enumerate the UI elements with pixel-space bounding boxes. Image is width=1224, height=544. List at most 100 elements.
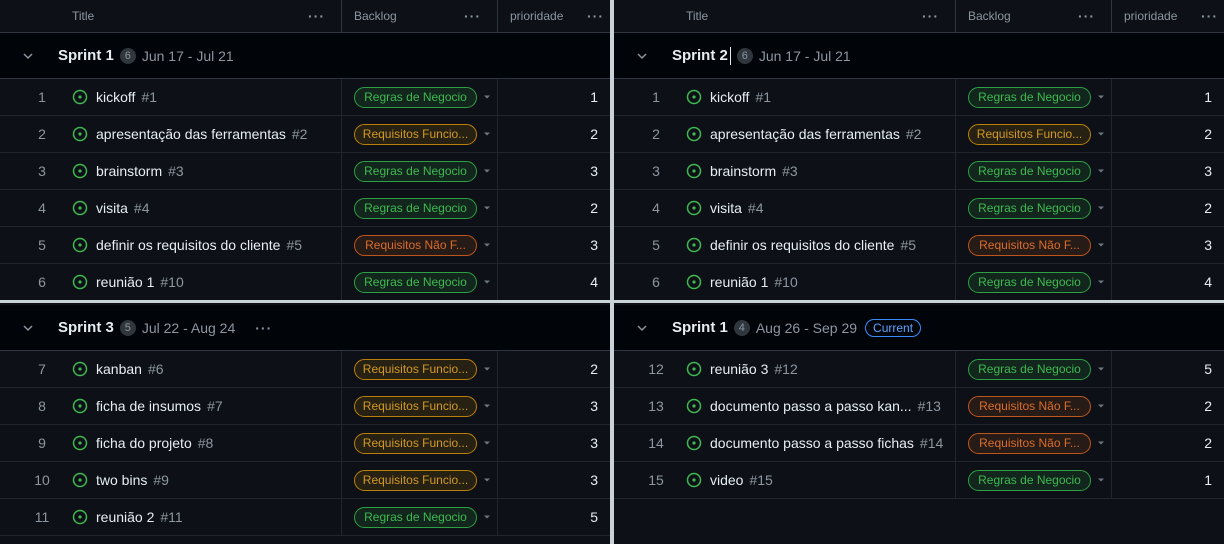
backlog-cell[interactable]: Regras de Negocio (342, 190, 498, 226)
sprint-group-header[interactable]: Sprint 3 5 Jul 22 - Aug 24 ··· (0, 305, 610, 351)
dropdown-caret-icon[interactable] (1097, 204, 1105, 212)
dropdown-caret-icon[interactable] (483, 241, 491, 249)
issue-title-link[interactable]: kanban (96, 361, 142, 377)
dropdown-caret-icon[interactable] (483, 130, 491, 138)
table-row[interactable]: 13 documento passo a passo kan... #13 Requi… (614, 388, 1224, 425)
backlog-cell[interactable]: Requisitos Funcio... (342, 351, 498, 387)
backlog-label-pill[interactable]: Requisitos Funcio... (354, 123, 477, 145)
title-cell[interactable]: documento passo a passo kan... #13 (672, 388, 956, 424)
backlog-label-pill[interactable]: Requisitos Funcio... (354, 395, 477, 417)
backlog-cell[interactable]: Regras de Negocio (956, 79, 1112, 115)
chevron-down-icon[interactable] (22, 322, 36, 334)
issue-title-link[interactable]: definir os requisitos do cliente (96, 237, 280, 253)
backlog-cell[interactable]: Requisitos Não F... (956, 425, 1112, 461)
title-cell[interactable]: visita #4 (672, 190, 956, 226)
issue-title-link[interactable]: kickoff (96, 89, 135, 105)
issue-title-link[interactable]: ficha de insumos (96, 398, 201, 414)
backlog-label-pill[interactable]: Requisitos Funcio... (354, 358, 477, 380)
dropdown-caret-icon[interactable] (483, 204, 491, 212)
table-row[interactable]: 12 reunião 3 #12 Regras de Negocio 5 (614, 351, 1224, 388)
priority-cell[interactable]: 2 (498, 351, 610, 387)
column-backlog-menu-icon[interactable]: ··· (464, 8, 481, 24)
backlog-cell[interactable]: Requisitos Funcio... (956, 116, 1112, 152)
table-row[interactable]: 6 reunião 1 #10 Regras de Negocio 4 (614, 264, 1224, 300)
table-row[interactable]: 7 kanban #6 Requisitos Funcio... 2 (0, 351, 610, 388)
issue-title-link[interactable]: video (710, 472, 743, 488)
table-row[interactable]: 2 apresentação das ferramentas #2 Requisito… (614, 116, 1224, 153)
backlog-label-pill[interactable]: Regras de Negocio (968, 197, 1091, 219)
column-title-menu-icon[interactable]: ··· (308, 8, 325, 24)
priority-cell[interactable]: 2 (1112, 388, 1224, 424)
backlog-cell[interactable]: Regras de Negocio (342, 153, 498, 189)
dropdown-caret-icon[interactable] (1097, 402, 1105, 410)
priority-cell[interactable]: 3 (498, 462, 610, 498)
sprint-group-header[interactable]: Sprint 1 4 Aug 26 - Sep 29 Current (614, 305, 1224, 351)
column-header-priority[interactable]: prioridade ··· (498, 0, 610, 32)
priority-cell[interactable]: 2 (1112, 190, 1224, 226)
column-title-menu-icon[interactable]: ··· (922, 8, 939, 24)
issue-title-link[interactable]: ficha do projeto (96, 435, 192, 451)
dropdown-caret-icon[interactable] (483, 513, 491, 521)
priority-cell[interactable]: 4 (1112, 264, 1224, 300)
issue-title-link[interactable]: documento passo a passo fichas (710, 435, 914, 451)
title-cell[interactable]: visita #4 (58, 190, 342, 226)
dropdown-caret-icon[interactable] (1097, 130, 1105, 138)
title-cell[interactable]: kickoff #1 (58, 79, 342, 115)
column-header-title[interactable]: Title ··· (0, 0, 342, 32)
dropdown-caret-icon[interactable] (483, 365, 491, 373)
priority-cell[interactable]: 3 (498, 153, 610, 189)
column-backlog-menu-icon[interactable]: ··· (1078, 8, 1095, 24)
issue-title-link[interactable]: reunião 2 (96, 509, 154, 525)
issue-title-link[interactable]: kickoff (710, 89, 749, 105)
column-priority-menu-icon[interactable]: ··· (1201, 8, 1218, 24)
backlog-label-pill[interactable]: Requisitos Não F... (968, 432, 1091, 454)
priority-cell[interactable]: 3 (498, 425, 610, 461)
priority-cell[interactable]: 3 (1112, 227, 1224, 263)
table-row[interactable]: 11 reunião 2 #11 Regras de Negocio 5 (0, 499, 610, 536)
backlog-cell[interactable]: Regras de Negocio (956, 264, 1112, 300)
backlog-cell[interactable]: Requisitos Não F... (342, 227, 498, 263)
dropdown-caret-icon[interactable] (1097, 278, 1105, 286)
title-cell[interactable]: definir os requisitos do cliente #5 (58, 227, 342, 263)
backlog-label-pill[interactable]: Requisitos Não F... (354, 234, 477, 256)
table-row[interactable]: 3 brainstorm #3 Regras de Negocio 3 (614, 153, 1224, 190)
priority-cell[interactable]: 1 (498, 79, 610, 115)
backlog-cell[interactable]: Requisitos Funcio... (342, 116, 498, 152)
issue-title-link[interactable]: brainstorm (710, 163, 776, 179)
issue-title-link[interactable]: two bins (96, 472, 147, 488)
priority-cell[interactable]: 2 (1112, 116, 1224, 152)
backlog-cell[interactable]: Regras de Negocio (956, 462, 1112, 498)
column-priority-menu-icon[interactable]: ··· (587, 8, 604, 24)
title-cell[interactable]: kanban #6 (58, 351, 342, 387)
table-row[interactable]: 1 kickoff #1 Regras de Negocio 1 (614, 79, 1224, 116)
column-header-backlog[interactable]: Backlog ··· (342, 0, 498, 32)
priority-cell[interactable]: 2 (1112, 425, 1224, 461)
dropdown-caret-icon[interactable] (1097, 476, 1105, 484)
dropdown-caret-icon[interactable] (483, 439, 491, 447)
issue-title-link[interactable]: visita (710, 200, 742, 216)
chevron-down-icon[interactable] (636, 50, 650, 62)
dropdown-caret-icon[interactable] (1097, 167, 1105, 175)
column-header-priority[interactable]: prioridade ··· (1112, 0, 1224, 32)
title-cell[interactable]: brainstorm #3 (672, 153, 956, 189)
backlog-label-pill[interactable]: Regras de Negocio (354, 506, 477, 528)
backlog-cell[interactable]: Regras de Negocio (956, 153, 1112, 189)
priority-cell[interactable]: 2 (498, 190, 610, 226)
table-row[interactable]: 10 two bins #9 Requisitos Funcio... 3 (0, 462, 610, 499)
table-row[interactable]: 14 documento passo a passo fichas #14 Requi… (614, 425, 1224, 462)
priority-cell[interactable]: 3 (498, 227, 610, 263)
title-cell[interactable]: reunião 3 #12 (672, 351, 956, 387)
title-cell[interactable]: definir os requisitos do cliente #5 (672, 227, 956, 263)
issue-title-link[interactable]: reunião 3 (710, 361, 768, 377)
title-cell[interactable]: apresentação das ferramentas #2 (58, 116, 342, 152)
backlog-label-pill[interactable]: Requisitos Não F... (968, 395, 1091, 417)
backlog-label-pill[interactable]: Regras de Negocio (354, 197, 477, 219)
priority-cell[interactable]: 2 (498, 116, 610, 152)
issue-title-link[interactable]: reunião 1 (710, 274, 768, 290)
backlog-cell[interactable]: Requisitos Funcio... (342, 388, 498, 424)
backlog-cell[interactable]: Requisitos Não F... (956, 227, 1112, 263)
table-row[interactable]: 8 ficha de insumos #7 Requisitos Funcio... 3 (0, 388, 610, 425)
chevron-down-icon[interactable] (22, 50, 36, 62)
column-header-backlog[interactable]: Backlog ··· (956, 0, 1112, 32)
priority-cell[interactable]: 1 (1112, 79, 1224, 115)
